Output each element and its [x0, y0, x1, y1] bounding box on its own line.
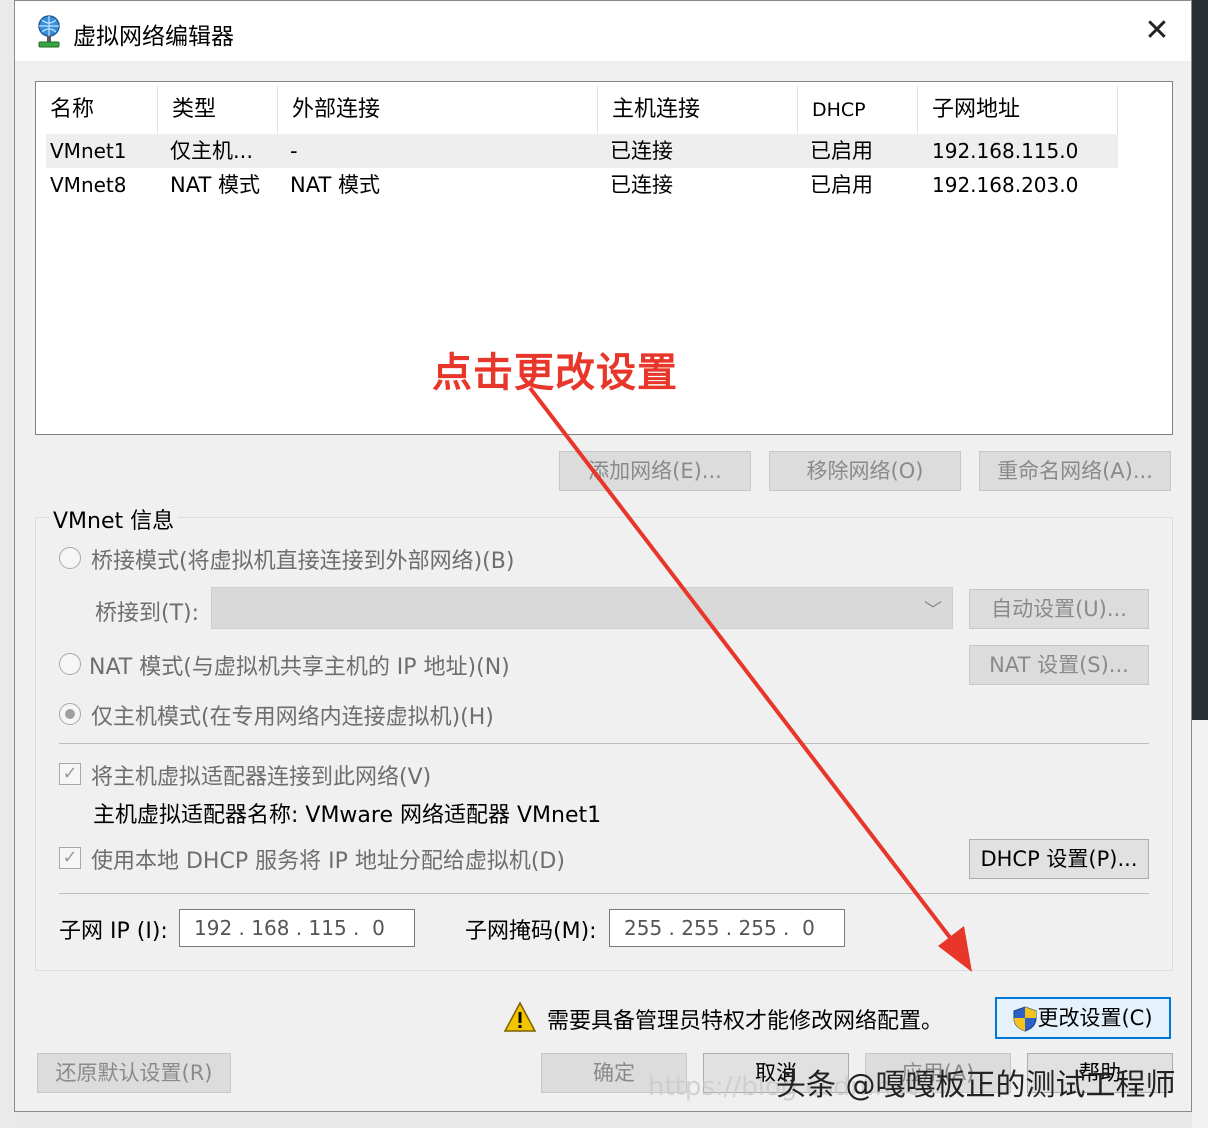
annotation-arrow — [528, 386, 972, 972]
watermark-text: 头条 @嘎嘎板正的测试工程师 — [776, 1068, 1176, 1103]
